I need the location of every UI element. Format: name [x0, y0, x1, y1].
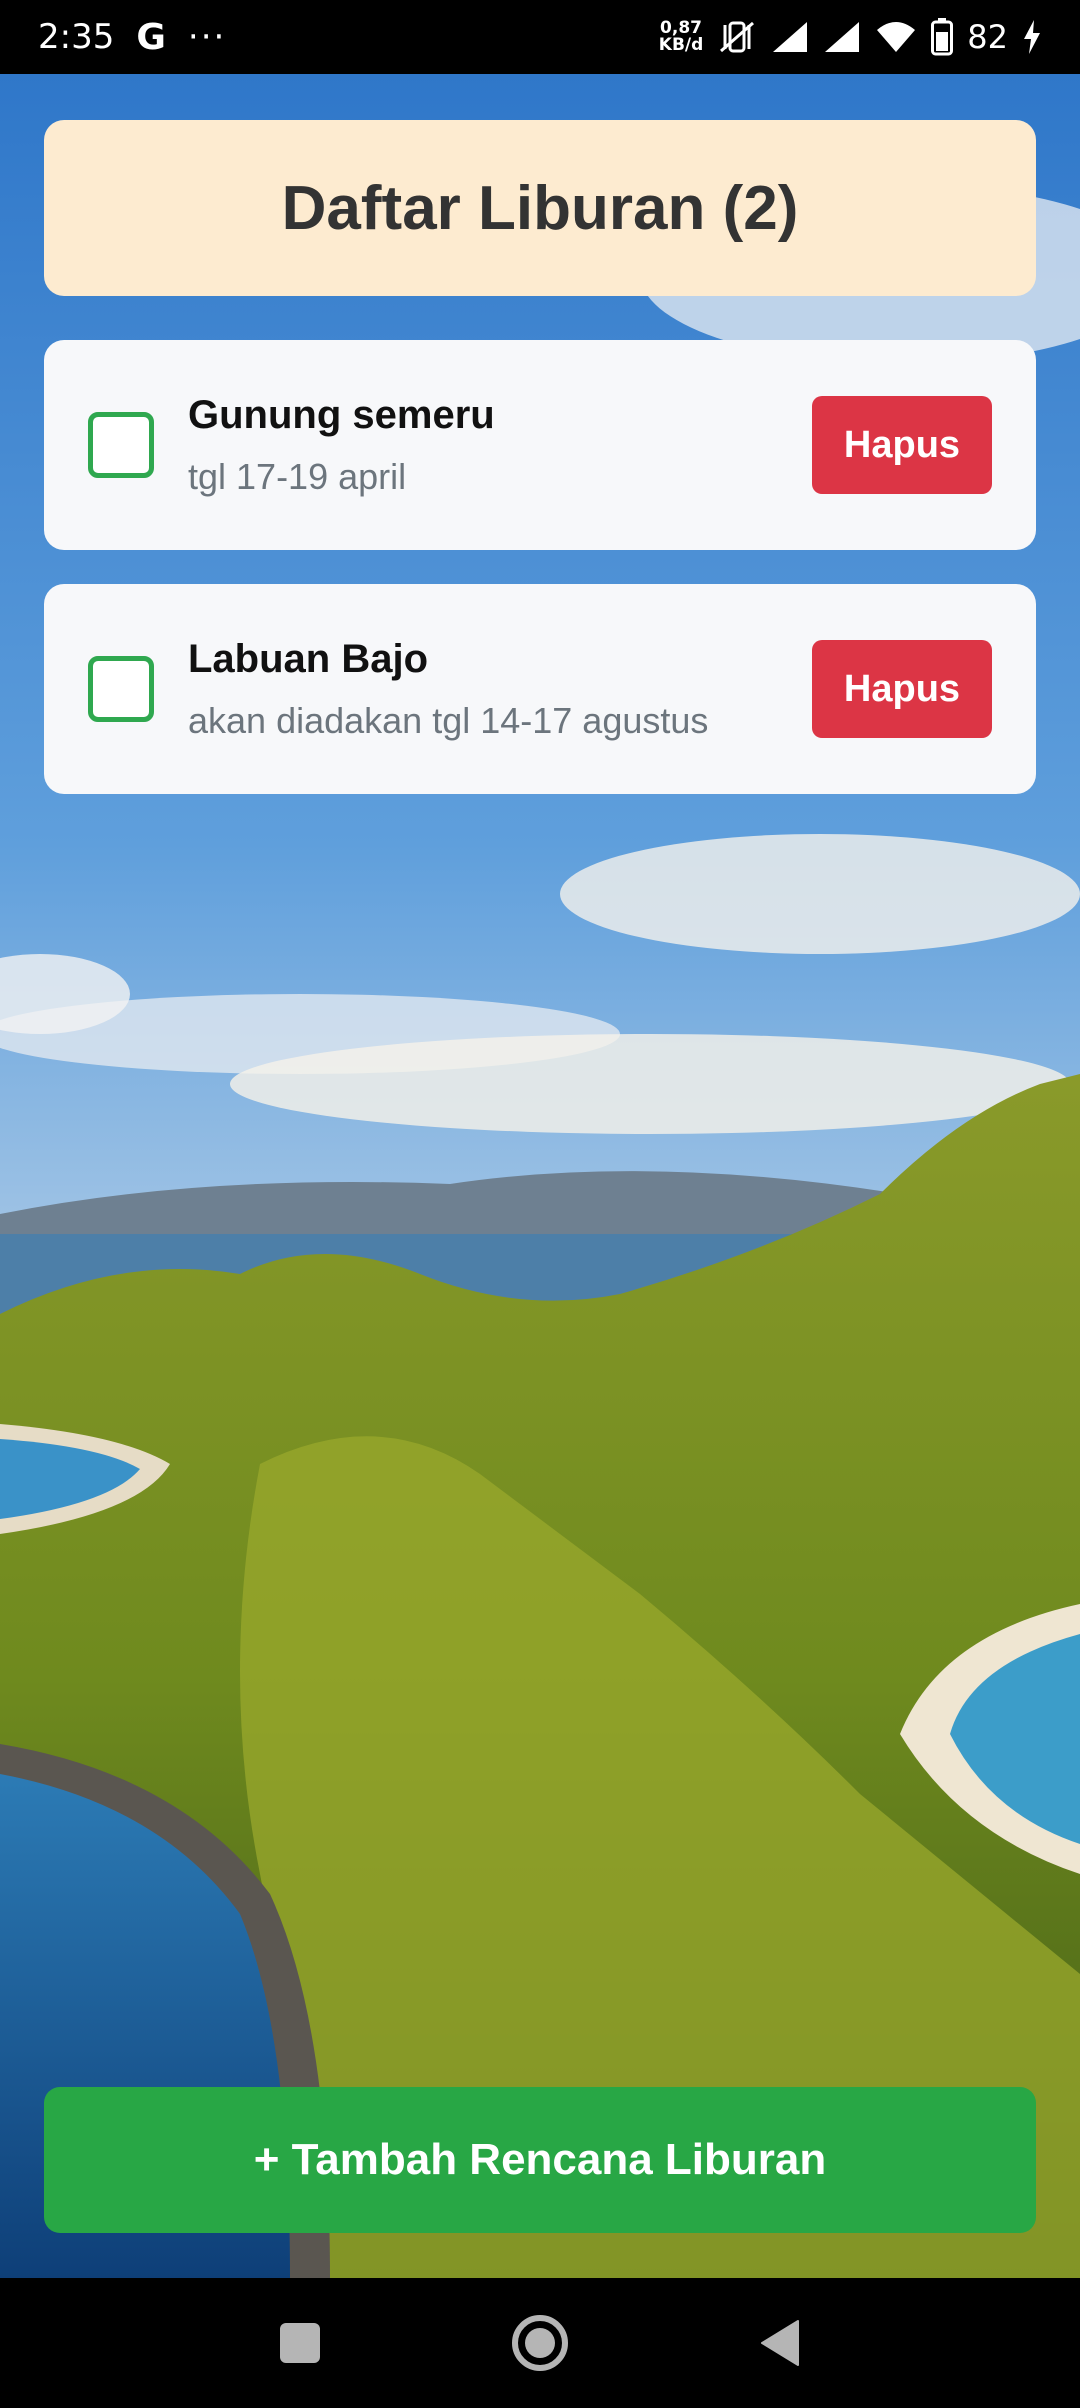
back-icon[interactable] [740, 2303, 820, 2383]
net-speed: 0,87 KB/d [659, 20, 704, 54]
add-vacation-plan-button[interactable]: + Tambah Rencana Liburan [44, 2087, 1036, 2233]
item-text: Labuan Bajo akan diadakan tgl 14-17 agus… [188, 637, 812, 742]
google-icon: G [136, 16, 166, 58]
mute-vibrate-icon [717, 19, 757, 55]
phone-screen: 2:35 G ··· 0,87 KB/d 82 Daftar Liburan (… [0, 0, 1080, 2408]
home-icon[interactable] [500, 2303, 580, 2383]
item-text: Gunung semeru tgl 17-19 april [188, 393, 812, 498]
item-title: Labuan Bajo [188, 636, 429, 681]
battery-percent: 82 [967, 18, 1008, 56]
charging-icon [1022, 20, 1042, 54]
delete-button[interactable]: Hapus [812, 396, 992, 494]
item-checkbox[interactable] [88, 412, 154, 478]
list-item: Gunung semeru tgl 17-19 april Hapus [44, 340, 1036, 550]
item-description: tgl 17-19 april [188, 455, 407, 497]
status-bar: 2:35 G ··· 0,87 KB/d 82 [0, 0, 1080, 74]
signal-icon-2 [823, 20, 861, 54]
clock: 2:35 [38, 17, 115, 57]
more-notifications-icon: ··· [187, 17, 227, 57]
signal-icon-1 [771, 20, 809, 54]
delete-button[interactable]: Hapus [812, 640, 992, 738]
battery-icon [931, 18, 954, 56]
item-checkbox[interactable] [88, 656, 154, 722]
recents-icon[interactable] [260, 2303, 340, 2383]
net-speed-unit: KB/d [658, 35, 704, 55]
header-card: Daftar Liburan (2) [44, 120, 1036, 296]
app-content: Daftar Liburan (2) Gunung semeru tgl 17-… [0, 74, 1080, 2278]
item-title: Gunung semeru [188, 392, 495, 437]
list-item: Labuan Bajo akan diadakan tgl 14-17 agus… [44, 584, 1036, 794]
system-nav-bar [0, 2278, 1080, 2408]
page-title: Daftar Liburan (2) [281, 173, 799, 243]
item-description: akan diadakan tgl 14-17 agustus [188, 699, 709, 741]
wifi-icon [875, 20, 917, 54]
